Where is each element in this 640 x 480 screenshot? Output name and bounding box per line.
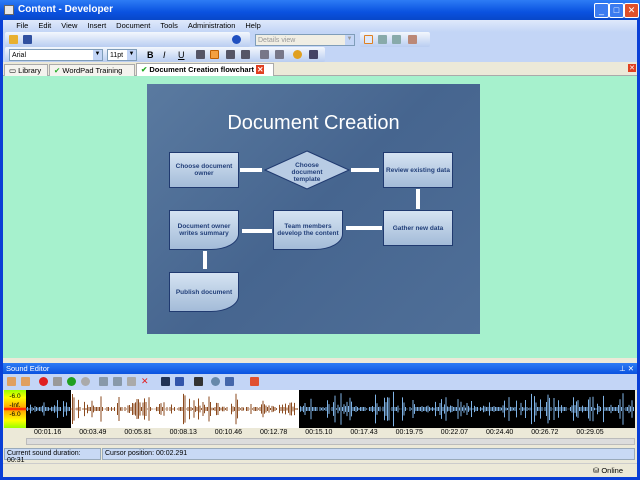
- node-publish: Publish document: [169, 272, 239, 312]
- tab-wordpad-training[interactable]: ✔ WordPad Training: [49, 64, 135, 76]
- menu-administration[interactable]: Administration: [183, 20, 241, 31]
- insert-sound-icon[interactable]: [7, 377, 16, 386]
- align-right-icon[interactable]: [226, 50, 235, 59]
- save-icon[interactable]: [23, 35, 32, 44]
- node-choose-template: Choose document template: [291, 161, 323, 183]
- app-client: File Edit View Insert Document Tools Administr…: [3, 20, 637, 477]
- cursor-position-text: Cursor position: 00:02.291: [102, 448, 635, 460]
- node-choose-owner: Choose document owner: [169, 152, 239, 188]
- document-tabs: ▭ Library ✔ WordPad Training ✔ Document …: [3, 62, 637, 77]
- standard-toolbar: Details view ▼: [3, 32, 637, 48]
- properties-icon[interactable]: [408, 35, 417, 44]
- bold-button[interactable]: B: [147, 50, 156, 60]
- pin-close-icons[interactable]: ⊥ ✕: [619, 364, 634, 373]
- time-tick: 00:29.05: [576, 429, 604, 436]
- menu-file[interactable]: File: [11, 20, 33, 31]
- stop-icon[interactable]: [81, 377, 90, 386]
- sound-editor-title: Sound Editor ⊥ ✕: [3, 363, 637, 374]
- content-area: Document Creation Choose document owner …: [3, 76, 637, 358]
- time-tick: 00:19.75: [395, 429, 423, 436]
- menu-insert[interactable]: Insert: [82, 20, 111, 31]
- horizontal-split-icon[interactable]: [378, 35, 387, 44]
- font-combo[interactable]: Arial ▼: [9, 49, 103, 61]
- menu-view[interactable]: View: [56, 20, 82, 31]
- time-tick: 00:24.40: [486, 429, 514, 436]
- spectrum-icon[interactable]: [250, 377, 259, 386]
- zoom-icon[interactable]: [211, 377, 220, 386]
- maximize-button[interactable]: □: [609, 3, 624, 18]
- cut-icon[interactable]: [99, 377, 108, 386]
- duration-text: Current sound duration: 00:31: [4, 448, 101, 464]
- fill-icon[interactable]: [309, 50, 318, 59]
- time-tick: 00:05.81: [124, 429, 152, 436]
- flowchart-slide: Document Creation Choose document owner …: [147, 84, 480, 334]
- size-combo[interactable]: 11pt ▼: [107, 49, 137, 61]
- time-tick: 00:17.43: [350, 429, 378, 436]
- open-icon[interactable]: [9, 35, 18, 44]
- close-all-icon[interactable]: ✕: [628, 64, 636, 72]
- details-view-icon[interactable]: [364, 35, 373, 44]
- align-center-icon[interactable]: [210, 50, 219, 59]
- sound-editor-panel: Sound Editor ⊥ ✕ ✕ -6.0 -Inf. -6.0 00:01.16…: [3, 363, 637, 464]
- time-tick: 00:12.78: [260, 429, 288, 436]
- copy-icon[interactable]: [113, 377, 122, 386]
- node-team-develop: Team members develop the content: [273, 210, 343, 250]
- time-tick: 00:26.72: [531, 429, 559, 436]
- help-icon[interactable]: [232, 35, 241, 44]
- bullets-icon[interactable]: [260, 50, 269, 59]
- slide-title: Document Creation: [227, 112, 400, 134]
- align-left-icon[interactable]: [196, 50, 205, 59]
- italic-button[interactable]: I: [163, 50, 172, 60]
- menu-edit[interactable]: Edit: [33, 20, 56, 31]
- online-status: ⛁ Online: [592, 466, 623, 475]
- format-toolbar: Arial ▼ 11pt ▼ B I U: [3, 47, 637, 63]
- tab-library[interactable]: ▭ Library: [4, 64, 48, 76]
- vertical-split-icon[interactable]: [392, 35, 401, 44]
- time-tick: 00:10.46: [214, 429, 243, 436]
- markers-icon[interactable]: [175, 377, 184, 386]
- delete-icon[interactable]: ✕: [141, 377, 150, 386]
- select-all-icon[interactable]: [161, 377, 170, 386]
- close-tab-icon[interactable]: ✕: [256, 65, 265, 74]
- numbering-icon[interactable]: [275, 50, 284, 59]
- menu-help[interactable]: Help: [240, 20, 265, 31]
- window-title: Content - Developer: [18, 4, 114, 15]
- time-tick: 00:22.07: [440, 429, 469, 436]
- record-icon[interactable]: [39, 377, 48, 386]
- close-button[interactable]: ✕: [624, 3, 639, 18]
- minimize-button[interactable]: _: [594, 3, 609, 18]
- underline-button[interactable]: U: [178, 50, 187, 60]
- menu-bar: File Edit View Insert Document Tools Administr…: [3, 20, 637, 32]
- view-combo[interactable]: Details view ▼: [255, 34, 355, 46]
- sound-toolbar: ✕: [3, 374, 637, 390]
- time-ruler: 00:01.16 00:03.49 00:05.81 00:08.13 00:10.46…: [26, 428, 635, 438]
- justify-icon[interactable]: [241, 50, 250, 59]
- paste-icon[interactable]: [127, 377, 136, 386]
- time-tick: 00:01.16: [34, 429, 62, 436]
- crop-icon[interactable]: [194, 377, 203, 386]
- append-sound-icon[interactable]: [21, 377, 30, 386]
- time-tick: 00:08.13: [169, 429, 197, 436]
- time-tick: 00:15.10: [305, 429, 333, 436]
- tab-document-creation-flowchart[interactable]: ✔ Document Creation flowchart ✕: [136, 63, 274, 77]
- menu-tools[interactable]: Tools: [155, 20, 183, 31]
- menu-document[interactable]: Document: [111, 20, 155, 31]
- level-meter: -6.0 -Inf. -6.0: [4, 390, 26, 428]
- node-owner-summary: Document owner writes summary: [169, 210, 239, 250]
- waveform-scrollbar[interactable]: [26, 438, 635, 445]
- play-icon[interactable]: [67, 377, 76, 386]
- app-icon: [4, 5, 14, 15]
- node-review-data: Review existing data: [383, 152, 453, 188]
- status-bar: ⛁ Online: [3, 463, 637, 477]
- time-tick: 00:03.49: [79, 429, 107, 436]
- text-color-icon[interactable]: [293, 50, 302, 59]
- effects-icon[interactable]: [225, 377, 234, 386]
- pause-icon[interactable]: [53, 377, 62, 386]
- waveform[interactable]: [26, 390, 635, 428]
- sound-status: Current sound duration: 00:31 Cursor pos…: [3, 448, 637, 464]
- node-gather-data: Gather new data: [383, 210, 453, 246]
- title-bar: Content - Developer: [0, 0, 640, 20]
